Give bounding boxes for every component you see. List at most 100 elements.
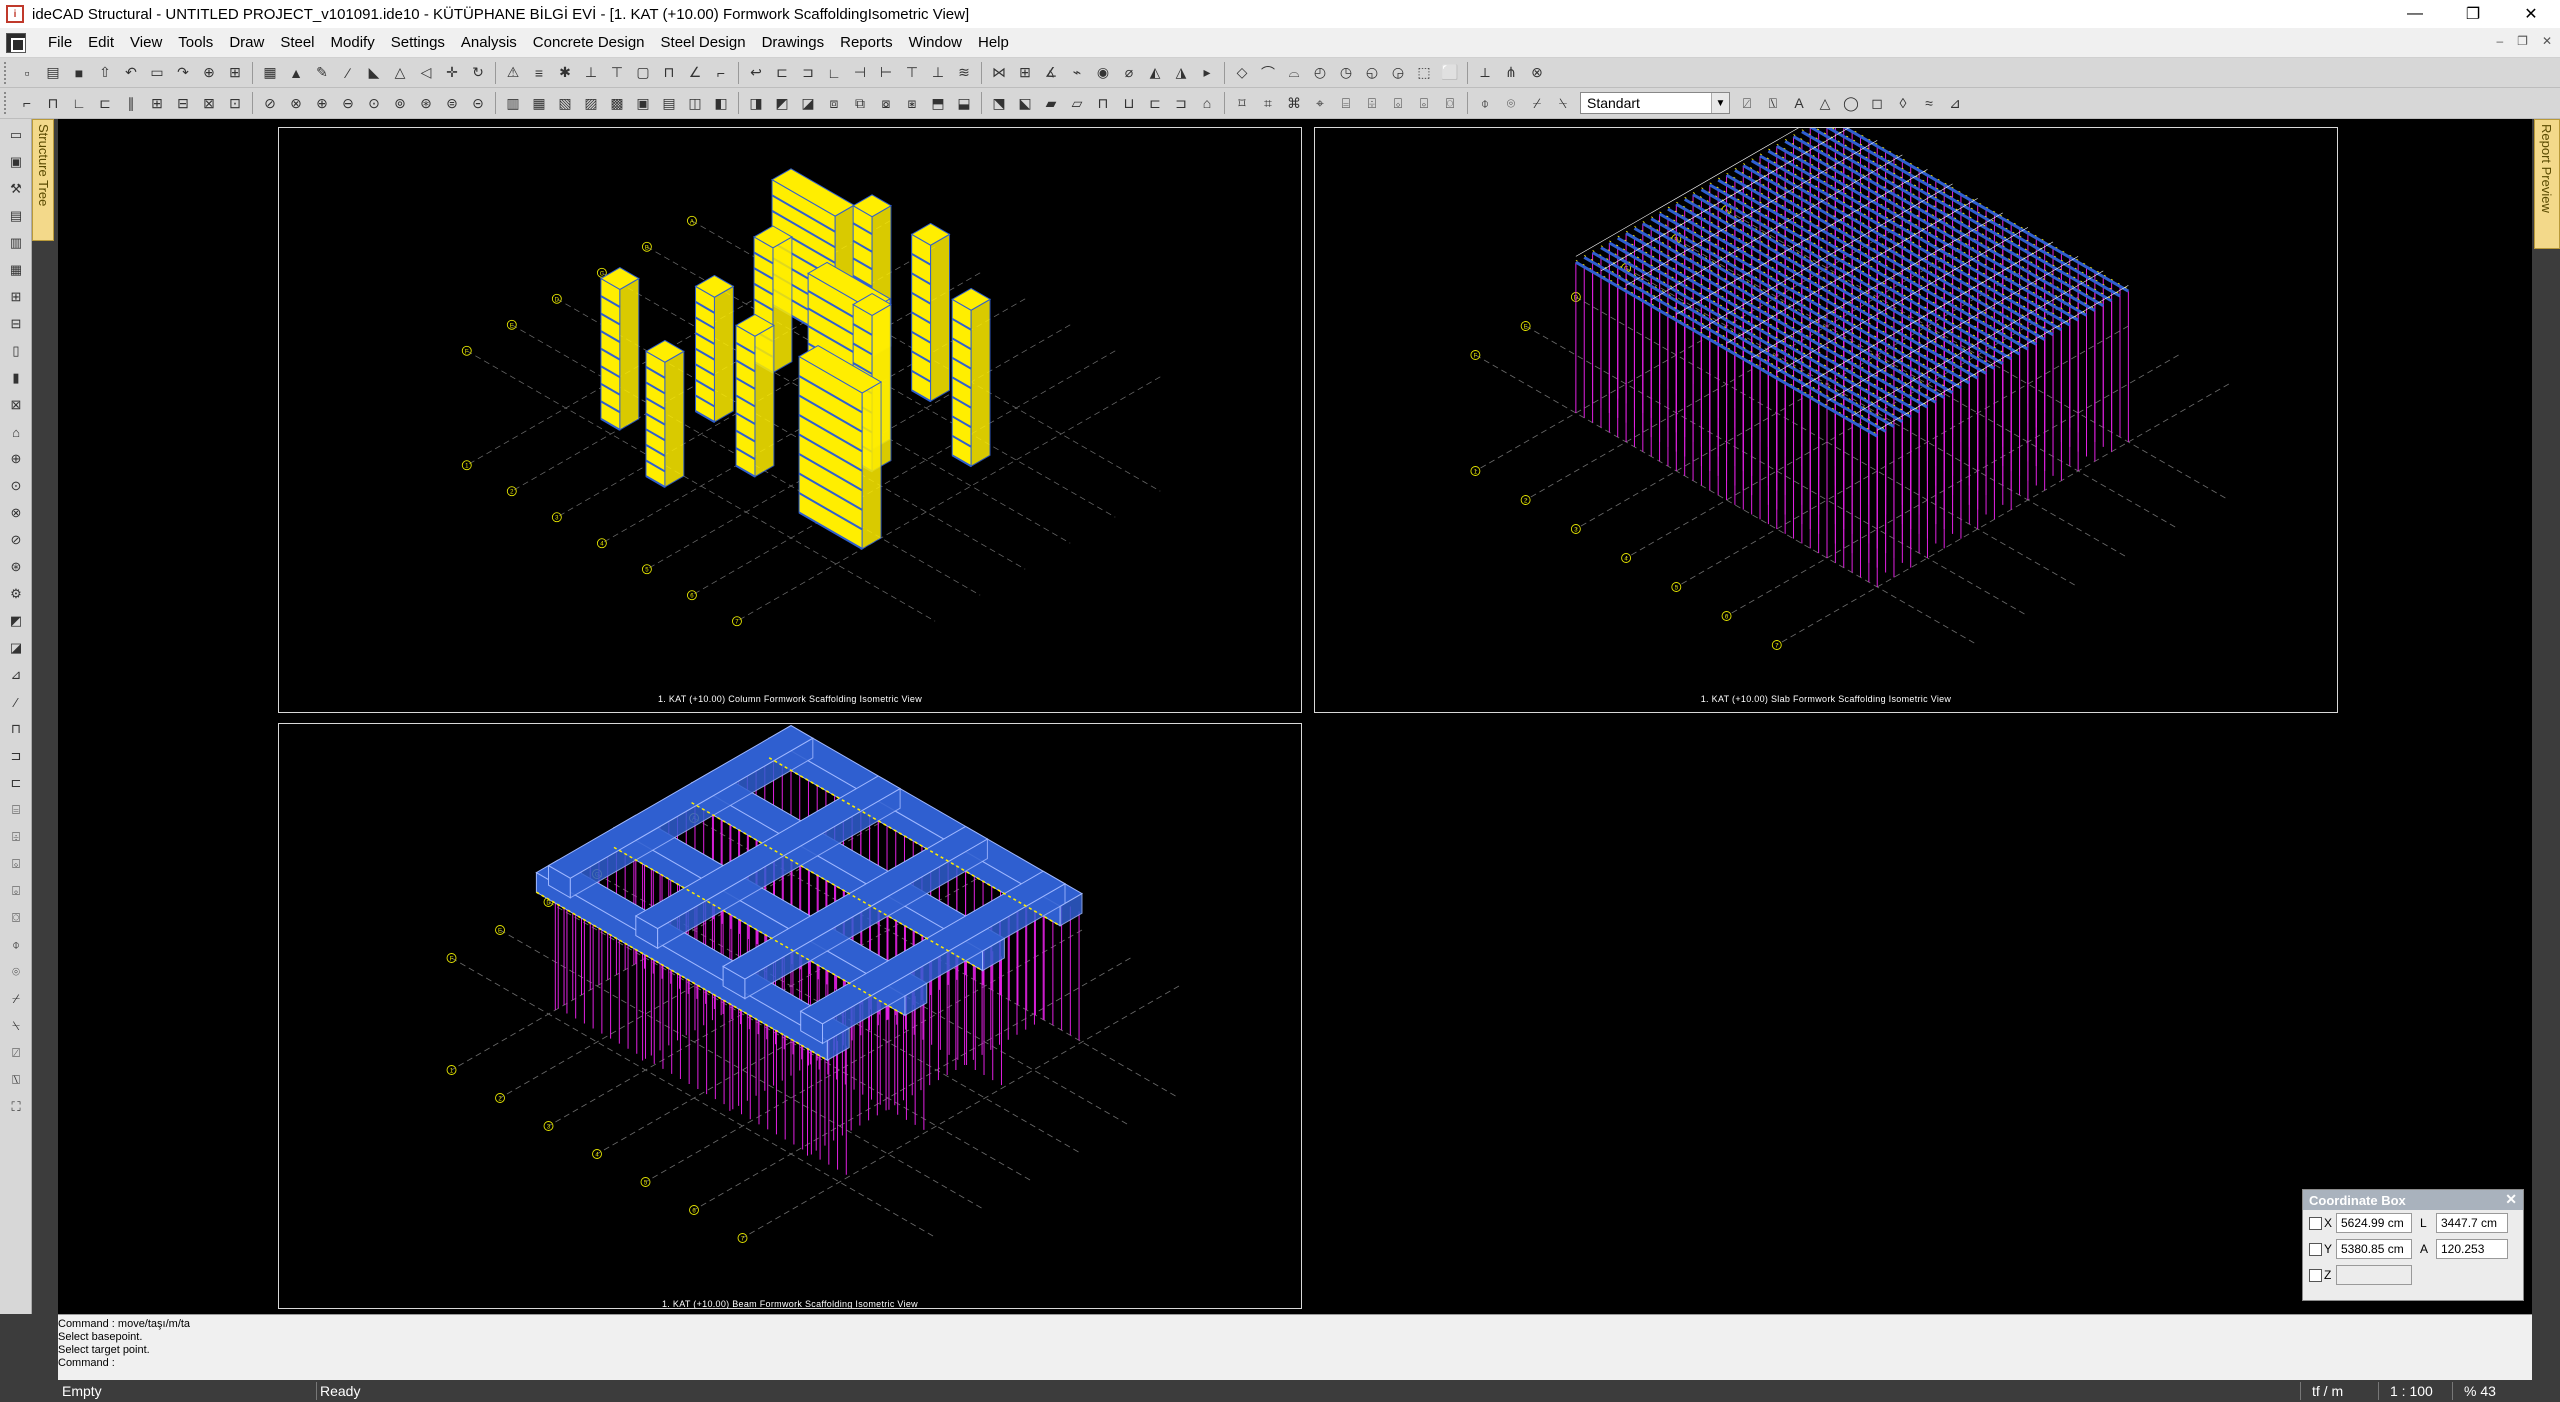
side-tool-icon[interactable]: ⊞ <box>5 286 27 308</box>
toolbar-tool-icon[interactable]: ⌘ <box>1283 92 1305 114</box>
toolbar-tool-icon[interactable]: ▫ <box>16 62 38 84</box>
toolbar-tool-icon[interactable]: ▲ <box>285 62 307 84</box>
toolbar-tool-icon[interactable]: ∟ <box>68 92 90 114</box>
toolbar-tool-icon[interactable]: ■ <box>68 62 90 84</box>
toolbar-tool-icon[interactable]: ⊤ <box>901 62 923 84</box>
toolbar-tool-icon[interactable]: ◷ <box>1335 62 1357 84</box>
toolbar-tool-icon[interactable]: ▰ <box>1040 92 1062 114</box>
toolbar-tool-icon[interactable]: ⌹ <box>1361 92 1383 114</box>
status-units[interactable]: tf / m <box>2312 1383 2343 1399</box>
toolbar-tool-icon[interactable]: ≋ <box>953 62 975 84</box>
side-tool-icon[interactable]: ⊘ <box>5 529 27 551</box>
l-value-field[interactable]: 3447.7 cm <box>2436 1213 2508 1233</box>
toolbar-tool-icon[interactable]: ⌂ <box>1196 92 1218 114</box>
toolbar-tool-icon[interactable]: ⧆ <box>901 92 923 114</box>
side-tool-icon[interactable]: ⌿ <box>5 988 27 1010</box>
side-tool-icon[interactable]: ⌹ <box>5 826 27 848</box>
toolbar-tool-icon[interactable]: ◮ <box>1170 62 1192 84</box>
z-lock-checkbox[interactable] <box>2309 1268 2322 1282</box>
side-tool-icon[interactable]: ◪ <box>5 637 27 659</box>
toolbar-tool-icon[interactable]: ⊏ <box>771 62 793 84</box>
toolbar-tool-icon[interactable]: ◯ <box>1840 92 1862 114</box>
side-tool-icon[interactable]: ▯ <box>5 340 27 362</box>
toolbar-tool-icon[interactable]: ▣ <box>632 92 654 114</box>
toolbar-tool-icon[interactable]: ⊝ <box>467 92 489 114</box>
menu-modify[interactable]: Modify <box>323 34 383 51</box>
menu-draw[interactable]: Draw <box>221 34 272 51</box>
toolbar-tool-icon[interactable]: ⊙ <box>363 92 385 114</box>
side-tool-icon[interactable]: ⌸ <box>5 799 27 821</box>
toolbar-tool-icon[interactable]: ⌸ <box>1335 92 1357 114</box>
toolbar-tool-icon[interactable]: ⌀ <box>1118 62 1140 84</box>
toolbar-tool-icon[interactable]: ⌖ <box>1309 92 1331 114</box>
side-tool-icon[interactable]: ⌽ <box>5 934 27 956</box>
toolbar-tool-icon[interactable]: ◴ <box>1309 62 1331 84</box>
side-tool-icon[interactable]: ⌺ <box>5 853 27 875</box>
side-tool-icon[interactable]: ⊠ <box>5 394 27 416</box>
toolbar-tool-icon[interactable]: ⊐ <box>1170 92 1192 114</box>
toolbar-tool-icon[interactable]: ⌼ <box>1439 92 1461 114</box>
beam-formwork-viewport[interactable]: 1234567ABCDEF 1. KAT (+10.00) Beam Formw… <box>278 723 1302 1309</box>
toolbar-tool-icon[interactable]: ◊ <box>1892 92 1914 114</box>
report-preview-tab[interactable]: Report Preview <box>2534 119 2560 249</box>
toolbar-tool-icon[interactable]: ⋈ <box>988 62 1010 84</box>
toolbar-tool-icon[interactable]: ∕ <box>337 62 359 84</box>
toolbar-tool-icon[interactable]: ⍂ <box>1762 92 1784 114</box>
menu-drawings[interactable]: Drawings <box>754 34 833 51</box>
side-tool-icon[interactable]: ⊐ <box>5 745 27 767</box>
toolbar-tool-icon[interactable]: ⊓ <box>42 92 64 114</box>
toolbar-tool-icon[interactable]: ⊕ <box>198 62 220 84</box>
side-tool-icon[interactable]: ▣ <box>5 151 27 173</box>
side-tool-icon[interactable]: ⊿ <box>5 664 27 686</box>
side-tool-icon[interactable]: ▤ <box>5 205 27 227</box>
toolbar-tool-icon[interactable]: ⊗ <box>1526 62 1548 84</box>
toolbar-tool-icon[interactable]: ▦ <box>528 92 550 114</box>
toolbar-tool-icon[interactable]: ∥ <box>120 92 142 114</box>
toolbar-tool-icon[interactable]: ⊔ <box>1118 92 1140 114</box>
column-formwork-viewport[interactable]: 1234567ABCDEF 1. KAT (+10.00) Column For… <box>278 127 1302 713</box>
menu-file[interactable]: File <box>40 34 80 51</box>
toolbar-tool-icon[interactable]: ≡ <box>528 62 550 84</box>
menu-analysis[interactable]: Analysis <box>453 34 525 51</box>
a-value-field[interactable]: 120.253 <box>2436 1239 2508 1259</box>
toolbar-tool-icon[interactable]: ▤ <box>658 92 680 114</box>
toolbar-grip[interactable] <box>4 92 10 114</box>
toolbar-tool-icon[interactable]: ≈ <box>1918 92 1940 114</box>
side-tool-icon[interactable]: ▮ <box>5 367 27 389</box>
minimize-button[interactable]: — <box>2386 0 2444 28</box>
menu-reports[interactable]: Reports <box>832 34 901 51</box>
toolbar-tool-icon[interactable]: △ <box>1814 92 1836 114</box>
toolbar-tool-icon[interactable]: ⊏ <box>94 92 116 114</box>
toolbar-tool-icon[interactable]: ⌐ <box>710 62 732 84</box>
menu-view[interactable]: View <box>122 34 170 51</box>
toolbar-tool-icon[interactable]: ⊚ <box>389 92 411 114</box>
toolbar-tool-icon[interactable]: ⌽ <box>1474 92 1496 114</box>
menu-settings[interactable]: Settings <box>383 34 453 51</box>
toolbar-tool-icon[interactable]: ⊕ <box>311 92 333 114</box>
side-tool-icon[interactable]: ⌾ <box>5 961 27 983</box>
menu-window[interactable]: Window <box>901 34 970 51</box>
toolbar-tool-icon[interactable]: ✱ <box>554 62 576 84</box>
toolbar-tool-icon[interactable]: ⌗ <box>1257 92 1279 114</box>
toolbar-tool-icon[interactable]: ◁ <box>415 62 437 84</box>
toolbar-tool-icon[interactable]: ⋔ <box>1500 62 1522 84</box>
toolbar-tool-icon[interactable]: ◨ <box>745 92 767 114</box>
toolbar-tool-icon[interactable]: ⊘ <box>259 92 281 114</box>
menu-edit[interactable]: Edit <box>80 34 122 51</box>
toolbar-tool-icon[interactable]: ⊥ <box>927 62 949 84</box>
toolbar-tool-icon[interactable]: ∠ <box>684 62 706 84</box>
menu-concrete-design[interactable]: Concrete Design <box>525 34 653 51</box>
toolbar-tool-icon[interactable]: ⌐ <box>16 92 38 114</box>
toolbar-tool-icon[interactable]: ⌓ <box>1283 62 1305 84</box>
side-tool-icon[interactable]: ⍀ <box>5 1015 27 1037</box>
close-button[interactable]: ✕ <box>2502 0 2560 28</box>
y-value-field[interactable]: 5380.85 cm <box>2336 1239 2412 1259</box>
side-tool-icon[interactable]: ▭ <box>5 124 27 146</box>
toolbar-tool-icon[interactable]: ▧ <box>554 92 576 114</box>
toolbar-tool-icon[interactable]: ⊟ <box>172 92 194 114</box>
x-value-field[interactable]: 5624.99 cm <box>2336 1213 2412 1233</box>
toolbar-tool-icon[interactable]: ⧈ <box>823 92 845 114</box>
menu-steel-design[interactable]: Steel Design <box>653 34 754 51</box>
toolbar-tool-icon[interactable]: ⬚ <box>1413 62 1435 84</box>
mdi-minimize-button[interactable]: – <box>2496 34 2503 48</box>
